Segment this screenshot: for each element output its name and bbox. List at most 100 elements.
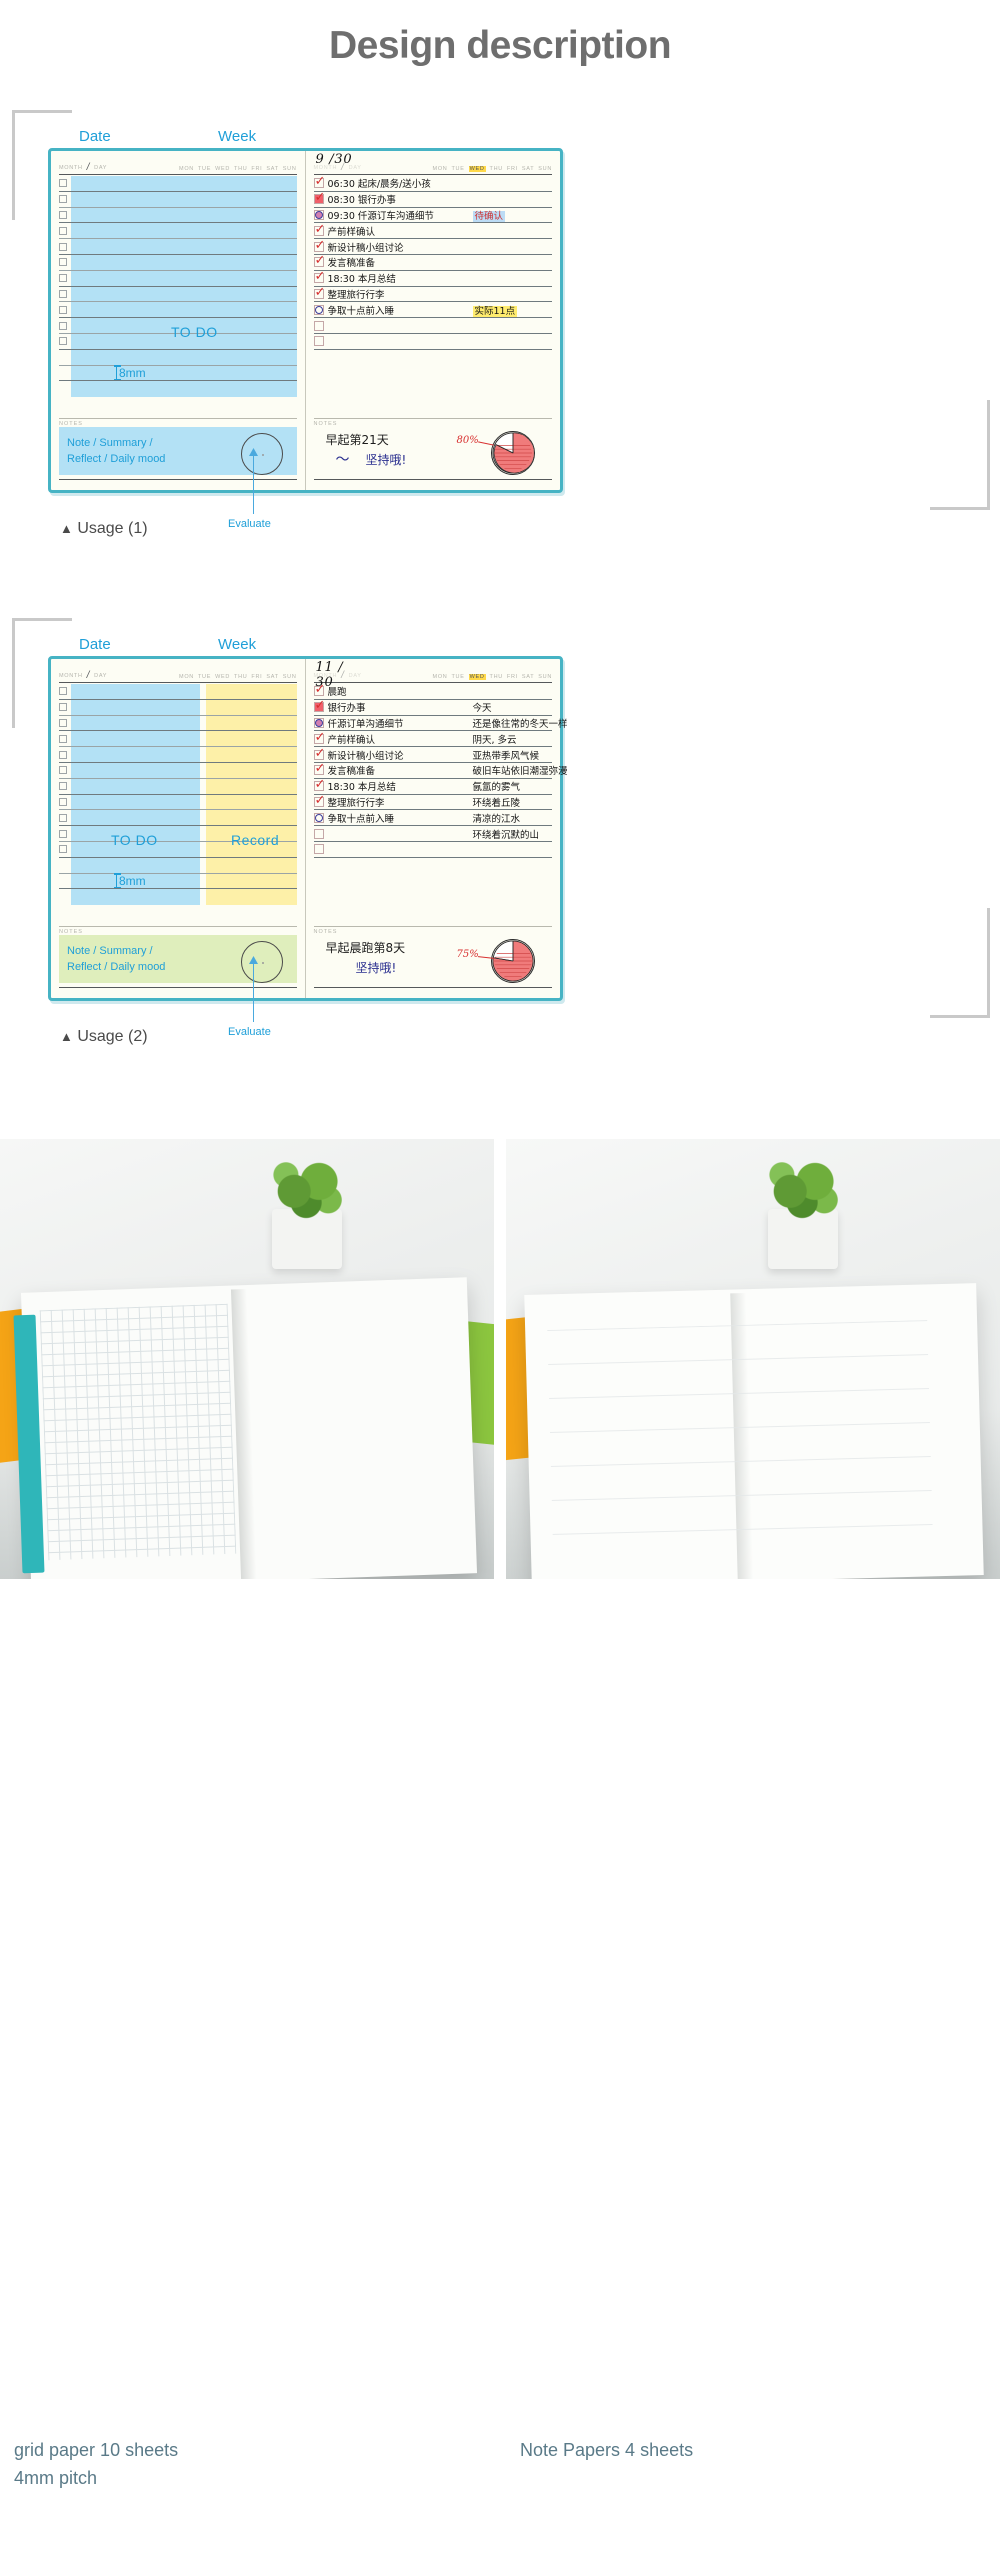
entry-row[interactable]: ✓ 发言稿准备 破旧车站依旧潮湿弥漫	[313, 762, 568, 779]
weekday-tue[interactable]: TUE	[198, 166, 211, 172]
date-field-2[interactable]: MONTH / DAY	[59, 669, 107, 681]
todo-checkbox[interactable]	[59, 703, 67, 712]
entry-mark[interactable]: ✓	[313, 175, 325, 189]
entry-mark[interactable]: ✓	[313, 794, 325, 807]
entry-mark[interactable]: ✓	[313, 286, 325, 299]
weekday-sun[interactable]: SUN	[538, 674, 552, 680]
weekday-wed-selected[interactable]: WED	[468, 674, 486, 680]
weekday-sun[interactable]: SUN	[283, 166, 297, 172]
date-field-1r[interactable]: MONTH / DAY 9 /30	[314, 152, 362, 173]
entry-mark[interactable]: ✓	[313, 747, 325, 760]
entry-row[interactable]: ✓ 整理旅行行李	[313, 286, 552, 303]
todo-checkbox[interactable]	[59, 179, 67, 188]
entry-checkbox[interactable]	[313, 336, 324, 347]
entry-mark[interactable]	[313, 828, 324, 839]
todo-checkbox[interactable]	[59, 289, 67, 298]
entry-row[interactable]	[313, 842, 552, 858]
todo-row[interactable]	[59, 684, 297, 700]
weekday-tue[interactable]: TUE	[451, 166, 464, 172]
notes-body-1[interactable]: Note / Summary / Reflect / Daily mood	[59, 427, 297, 479]
entry-row[interactable]: ✓ 整理旅行行李 环绕着丘陵	[313, 794, 552, 811]
todo-checkbox[interactable]	[59, 210, 67, 219]
date-field-1[interactable]: MONTH / DAY	[59, 161, 107, 173]
entry-row[interactable]: ✓ 产前样确认	[313, 223, 552, 240]
weekday-selector-2[interactable]: MON TUE WED THU FRI SAT SUN	[179, 674, 296, 680]
todo-checkbox[interactable]	[59, 242, 67, 251]
weekday-thu[interactable]: THU	[490, 166, 503, 172]
entry-mark[interactable]	[313, 304, 324, 315]
entry-row[interactable]: 争取十点前入睡 实际11点	[313, 302, 552, 319]
entry-row[interactable]: 环绕着沉默的山	[313, 826, 552, 842]
entry-mark[interactable]	[313, 844, 324, 855]
entry-row[interactable]: ✓ 晨跑	[313, 683, 552, 700]
entry-row[interactable]: ✓ 新设计稿小组讨论 亚热带季风气候	[313, 747, 552, 763]
entry-row[interactable]: ✓ 18:30 本月总结 氤氲的雾气	[313, 778, 552, 795]
todo-checkbox[interactable]	[59, 226, 67, 235]
weekday-selector-1r[interactable]: MON TUE WED THU FRI SAT SUN	[433, 166, 552, 172]
weekday-sat[interactable]: SAT	[522, 674, 534, 680]
todo-checkbox[interactable]	[59, 766, 67, 775]
entry-mark[interactable]: ✓	[313, 731, 325, 744]
todo-row[interactable]	[59, 763, 297, 779]
todo-checkbox[interactable]	[59, 274, 67, 283]
notes-body-2r[interactable]: 早起晨跑第8天 坚持哦! 75%	[314, 935, 553, 987]
weekday-fri[interactable]: FRI	[251, 674, 262, 680]
entry-mark[interactable]: ✓	[313, 254, 325, 268]
todo-row[interactable]	[59, 779, 297, 795]
weekday-sat[interactable]: SAT	[266, 166, 278, 172]
todo-checkbox[interactable]	[59, 829, 67, 838]
entry-row[interactable]: ✓ 18:30 本月总结	[313, 270, 552, 287]
entry-row[interactable]: ✓ 银行办事 今天	[313, 699, 552, 716]
todo-row[interactable]	[59, 858, 297, 874]
todo-checkbox[interactable]	[59, 305, 67, 314]
entry-checkbox[interactable]	[313, 844, 324, 855]
entry-checkbox[interactable]	[313, 320, 324, 331]
entry-mark[interactable]: ✓	[313, 778, 325, 792]
entry-mark[interactable]: ✓	[313, 699, 325, 713]
weekday-wed[interactable]: WED	[215, 674, 230, 680]
entry-mark[interactable]	[313, 320, 324, 331]
entry-row[interactable]: ✓ 发言稿准备	[313, 254, 552, 271]
todo-checkbox[interactable]	[59, 782, 67, 791]
weekday-sat[interactable]: SAT	[522, 166, 534, 172]
entry-checkbox[interactable]	[313, 828, 324, 839]
entry-mark[interactable]: ✓	[313, 223, 325, 236]
weekday-thu[interactable]: THU	[234, 674, 247, 680]
todo-row[interactable]	[59, 889, 297, 905]
entry-row[interactable]: ✓ 08:30 银行办事	[313, 191, 552, 208]
todo-checkbox[interactable]	[59, 797, 67, 806]
entry-mark[interactable]: ✓	[313, 762, 325, 776]
weekday-thu[interactable]: THU	[490, 674, 503, 680]
weekday-sun[interactable]: SUN	[283, 674, 297, 680]
weekday-fri[interactable]: FRI	[507, 166, 518, 172]
date-field-2r[interactable]: MONTH / DAY 11 / 30	[314, 660, 362, 690]
weekday-mon[interactable]: MON	[179, 166, 194, 172]
entry-mark[interactable]	[313, 717, 324, 728]
entry-mark[interactable]: ✓	[313, 239, 325, 252]
todo-checkbox[interactable]	[59, 750, 67, 759]
todo-row[interactable]	[59, 731, 297, 748]
weekday-mon[interactable]: MON	[179, 674, 194, 680]
weekday-thu[interactable]: THU	[234, 166, 247, 172]
evaluate-circle-1[interactable]	[240, 433, 283, 475]
entry-row[interactable]: ✓ 新设计稿小组讨论	[313, 239, 552, 255]
entry-row[interactable]: ✓ 产前样确认 阴天, 多云	[313, 731, 552, 748]
weekday-wed[interactable]: WED	[215, 166, 230, 172]
weekday-fri[interactable]: FRI	[507, 674, 518, 680]
todo-checkbox[interactable]	[59, 734, 67, 743]
entry-mark[interactable]: ✓	[313, 191, 325, 205]
entry-row[interactable]: 09:30 仟源订车沟通细节 待确认	[313, 208, 552, 224]
todo-row[interactable]	[59, 716, 297, 732]
todo-checkbox[interactable]	[59, 258, 67, 267]
weekday-mon[interactable]: MON	[433, 166, 448, 172]
entry-row[interactable]	[313, 334, 552, 350]
weekday-fri[interactable]: FRI	[251, 166, 262, 172]
todo-row[interactable]	[59, 700, 297, 716]
todo-row[interactable]	[59, 874, 297, 890]
todo-checkbox[interactable]	[59, 845, 67, 854]
entry-mark[interactable]	[313, 209, 324, 220]
weekday-selector-1[interactable]: MON TUE WED THU FRI SAT SUN	[179, 166, 296, 172]
entry-mark[interactable]	[313, 336, 324, 347]
entry-row[interactable]: 争取十点前入睡 清凉的江水	[313, 810, 552, 827]
todo-row[interactable]	[59, 747, 297, 763]
